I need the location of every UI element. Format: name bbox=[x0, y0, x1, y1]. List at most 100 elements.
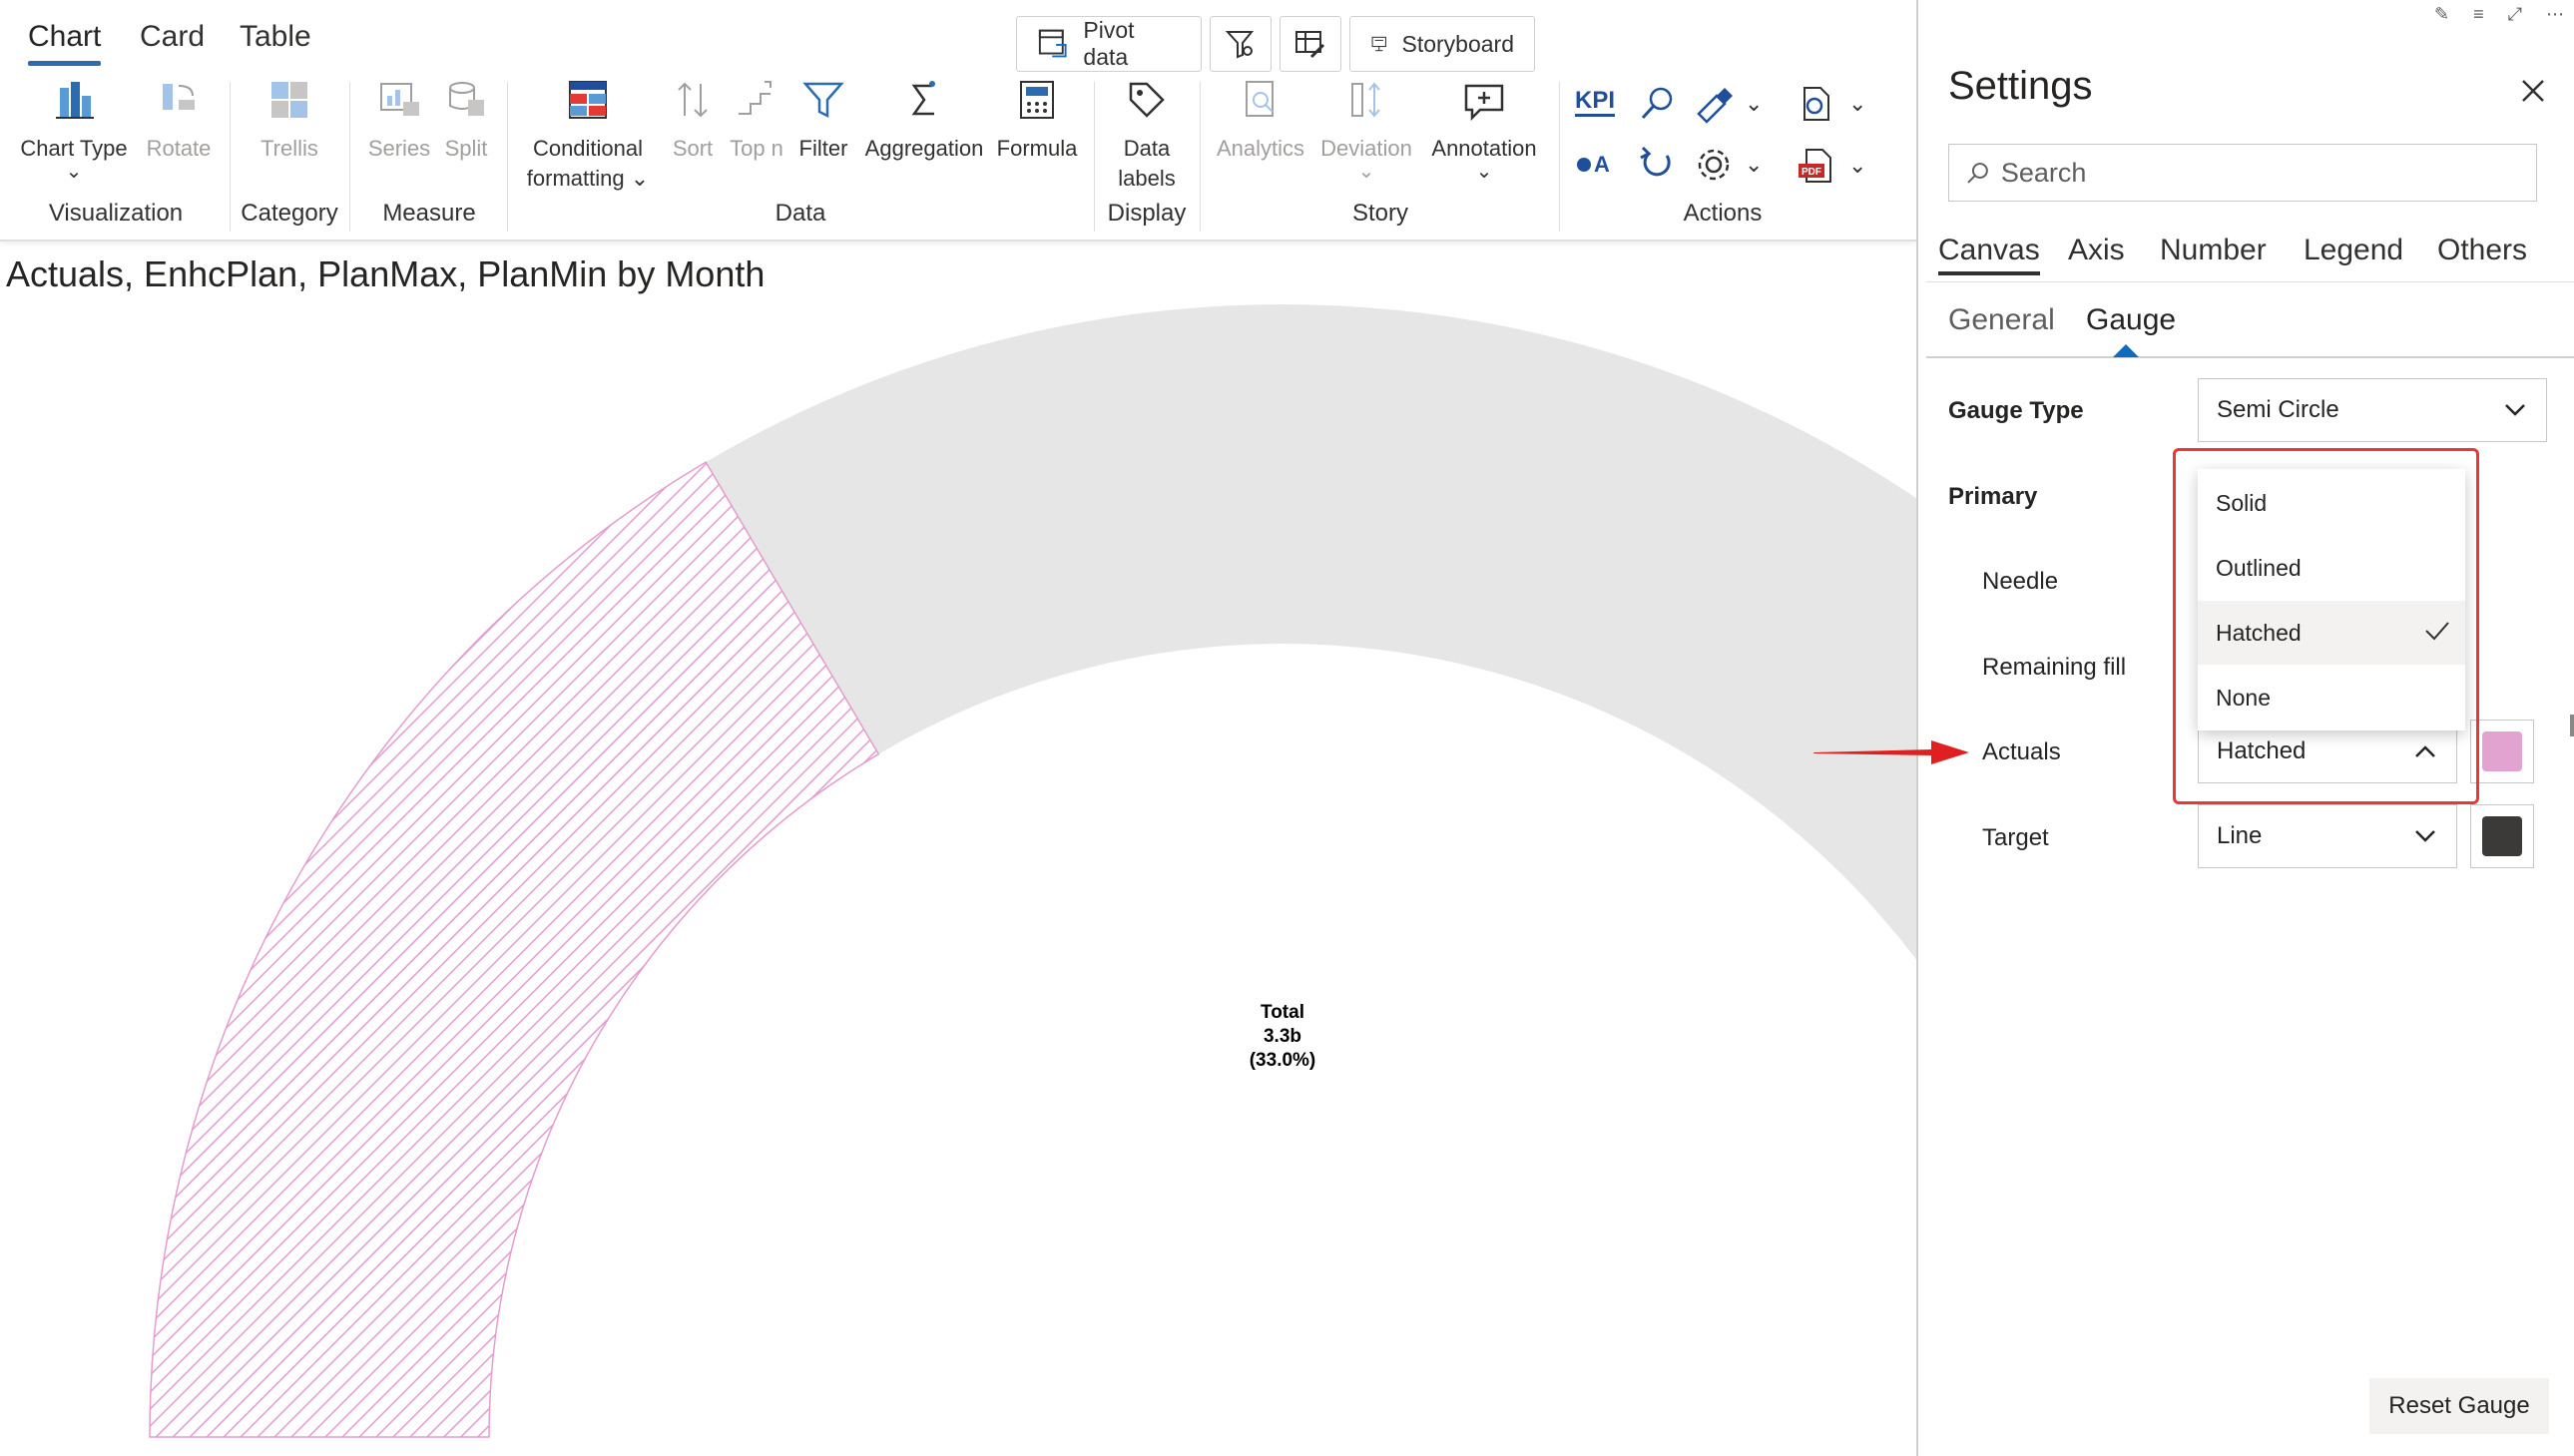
settings-gear-button[interactable]: ⌄ bbox=[1695, 146, 1763, 184]
search-field[interactable] bbox=[1948, 144, 2537, 202]
format-brush-button[interactable]: ⌄ bbox=[1693, 84, 1763, 124]
separator bbox=[1094, 82, 1095, 232]
remaining-fill-label: Remaining fill bbox=[1982, 654, 2127, 681]
series-label: Series bbox=[367, 136, 431, 161]
tab-axis[interactable]: Axis bbox=[2068, 234, 2125, 267]
sort-label: Sort bbox=[672, 136, 714, 161]
split-button[interactable]: Split bbox=[437, 78, 495, 164]
subtab-gauge[interactable]: Gauge bbox=[2086, 303, 2176, 337]
group-measure: Measure bbox=[382, 200, 476, 227]
sort-icon bbox=[678, 82, 708, 118]
rotate-button[interactable]: Rotate bbox=[140, 78, 218, 164]
tab-legend[interactable]: Legend bbox=[2304, 234, 2403, 267]
funnel-settings-icon bbox=[1225, 31, 1255, 59]
deviation-icon bbox=[1351, 82, 1380, 118]
filter-icon bbox=[802, 82, 844, 119]
target-color-swatch bbox=[2482, 816, 2522, 856]
table-edit-icon bbox=[1295, 31, 1325, 59]
sort-button[interactable]: Sort bbox=[667, 78, 719, 164]
top-n-button[interactable]: Top n bbox=[725, 78, 788, 164]
trellis-button[interactable]: Trellis bbox=[252, 78, 327, 164]
storyboard-button[interactable]: Storyboard bbox=[1349, 16, 1535, 72]
group-story: Story bbox=[1351, 200, 1409, 227]
deviation-button[interactable]: Deviation ⌄ bbox=[1315, 78, 1417, 182]
group-category: Category bbox=[241, 200, 338, 227]
tab-chart[interactable]: Chart bbox=[28, 20, 102, 66]
kpi-icon: KPI bbox=[1575, 88, 1616, 117]
red-arrow-icon bbox=[1813, 740, 1969, 764]
aggregation-button[interactable]: Aggregation bbox=[860, 78, 988, 164]
formula-button[interactable]: Formula bbox=[994, 78, 1080, 164]
gauge-type-select[interactable]: Semi Circle bbox=[2198, 378, 2547, 442]
refresh-icon bbox=[1640, 146, 1671, 177]
analytics-icon bbox=[1246, 81, 1274, 117]
annotation-button[interactable]: Annotation ⌄ bbox=[1425, 78, 1543, 183]
gauge-chart bbox=[149, 304, 1916, 1438]
deviation-label: Deviation bbox=[1320, 136, 1412, 161]
export-settings-button[interactable]: ⌄ bbox=[1797, 84, 1866, 124]
conditional-formatting-button[interactable]: Conditional formatting ⌄ bbox=[523, 78, 653, 194]
target-value: Line bbox=[2217, 822, 2263, 849]
dot-icon bbox=[1577, 158, 1591, 172]
center-label-percent: (33.0%) bbox=[1249, 1050, 1316, 1071]
tab-canvas[interactable]: Canvas bbox=[1938, 234, 2040, 275]
filter-icon[interactable]: ≡ bbox=[2473, 4, 2484, 25]
needle-label: Needle bbox=[1982, 568, 2059, 595]
split-label: Split bbox=[444, 136, 488, 161]
window-controls: ✎ ≡ ⤢ ⋯ bbox=[2434, 4, 2564, 25]
tab-table[interactable]: Table bbox=[240, 20, 311, 54]
actuals-color-picker[interactable] bbox=[2470, 720, 2534, 783]
filter-settings-button[interactable] bbox=[1210, 16, 1272, 72]
tag-icon bbox=[1129, 82, 1165, 118]
highlight-annotation-box bbox=[2173, 448, 2479, 804]
separator bbox=[230, 82, 231, 232]
trellis-icon bbox=[271, 82, 307, 118]
oa-button[interactable]: A bbox=[1577, 152, 1610, 178]
separator bbox=[1559, 82, 1560, 232]
rotate-label: Rotate bbox=[146, 136, 212, 161]
chart-type-label: Chart Type bbox=[20, 136, 128, 161]
search-icon bbox=[1967, 163, 1988, 184]
paint-brush-icon bbox=[1697, 88, 1733, 124]
analytics-button[interactable]: Analytics bbox=[1212, 78, 1309, 164]
document-settings-icon bbox=[1803, 87, 1829, 121]
pivot-data-button[interactable]: Pivot data bbox=[1016, 16, 1202, 72]
pivot-icon bbox=[1038, 29, 1067, 58]
series-button[interactable]: Series bbox=[361, 78, 437, 164]
oa-icon: A bbox=[1594, 152, 1610, 177]
target-select[interactable]: Line bbox=[2198, 804, 2457, 868]
more-options-icon[interactable]: ⋯ bbox=[2546, 4, 2564, 25]
chevron-down-icon: ⌄ bbox=[1475, 161, 1493, 183]
tab-number[interactable]: Number bbox=[2160, 234, 2267, 267]
gear-icon bbox=[1698, 149, 1730, 181]
tab-card[interactable]: Card bbox=[140, 20, 205, 54]
close-icon bbox=[2522, 80, 2544, 102]
top-n-icon bbox=[739, 81, 772, 115]
scrollbar-handle[interactable] bbox=[2570, 715, 2574, 736]
split-icon bbox=[449, 82, 484, 116]
search-input[interactable] bbox=[2000, 157, 2536, 189]
chevron-down-icon: ⌄ bbox=[630, 166, 650, 191]
subtab-general[interactable]: General bbox=[1948, 303, 2055, 337]
gauge-type-label: Gauge Type bbox=[1948, 397, 2084, 424]
expand-icon[interactable]: ⤢ bbox=[2508, 4, 2522, 25]
target-color-picker[interactable] bbox=[2470, 804, 2534, 868]
chart-type-button[interactable]: Chart Type ⌄ bbox=[18, 78, 130, 182]
filter-button[interactable]: Filter bbox=[794, 78, 852, 164]
search-button[interactable] bbox=[1637, 84, 1677, 124]
kpi-button[interactable]: KPI bbox=[1575, 88, 1616, 117]
pin-icon[interactable]: ✎ bbox=[2434, 4, 2449, 25]
group-display: Display bbox=[1107, 200, 1187, 227]
pdf-export-button[interactable]: PDF ⌄ bbox=[1797, 146, 1866, 186]
gauge-center-label: Total 3.3b (33.0%) bbox=[1198, 1001, 1367, 1073]
chevron-down-icon: ⌄ bbox=[1848, 153, 1867, 178]
tab-others[interactable]: Others bbox=[2437, 234, 2527, 267]
reset-gauge-label: Reset Gauge bbox=[2388, 1392, 2530, 1419]
reset-gauge-button[interactable]: Reset Gauge bbox=[2369, 1378, 2549, 1434]
table-edit-button[interactable] bbox=[1280, 16, 1341, 72]
data-labels-button[interactable]: Data labels bbox=[1110, 78, 1184, 194]
refresh-button[interactable] bbox=[1637, 144, 1677, 184]
close-button[interactable] bbox=[2520, 78, 2546, 109]
annotation-icon bbox=[1464, 84, 1504, 122]
series-icon bbox=[380, 83, 419, 116]
